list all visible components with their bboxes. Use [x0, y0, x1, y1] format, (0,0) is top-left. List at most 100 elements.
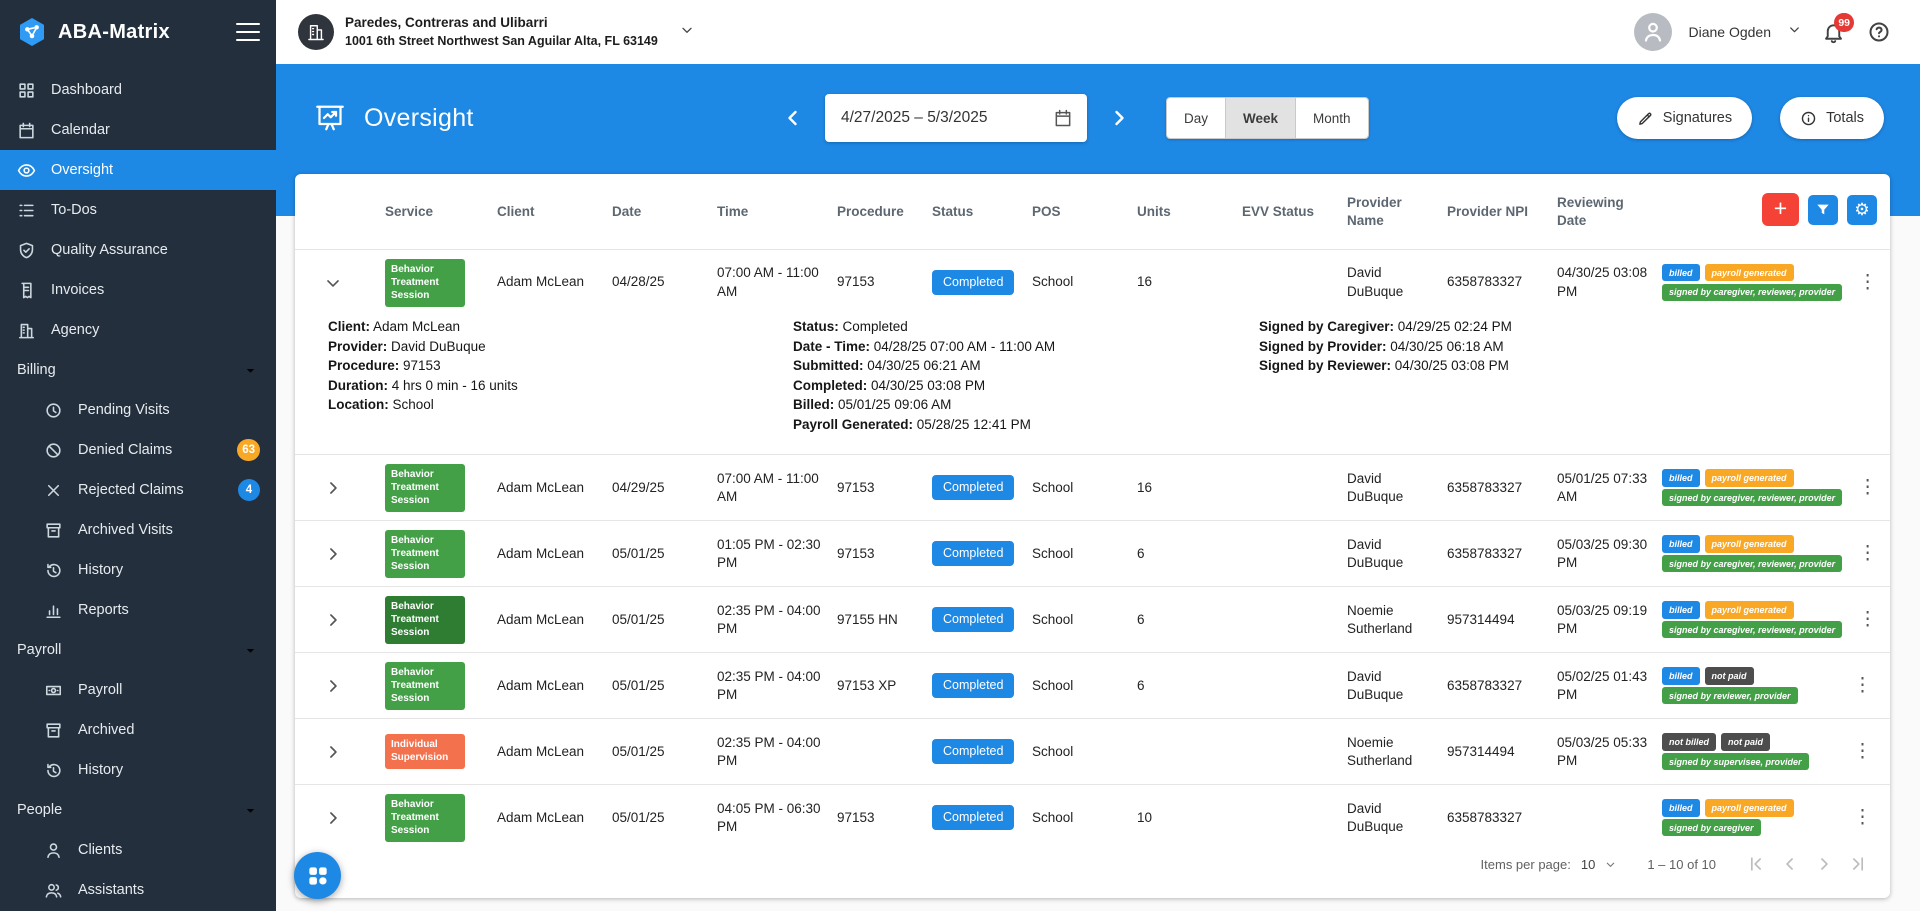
- table-row[interactable]: Behavior Treatment SessionAdam McLean05/…: [295, 586, 1890, 652]
- procedure-cell: 97153: [837, 273, 932, 291]
- menu-toggle-icon[interactable]: [236, 23, 260, 41]
- time-cell: 01:05 PM - 02:30 PM: [717, 536, 837, 572]
- sidebar-item-archived-visits[interactable]: Archived Visits: [0, 510, 276, 550]
- row-menu-button[interactable]: ⋮: [1850, 604, 1885, 635]
- status-cell: Completed: [932, 475, 1032, 500]
- table-row[interactable]: Behavior Treatment SessionAdam McLean05/…: [295, 520, 1890, 586]
- chevron-right-icon: [1107, 106, 1131, 130]
- row-menu-button[interactable]: ⋮: [1845, 670, 1880, 701]
- sidebar-item-oversight[interactable]: Oversight: [0, 150, 276, 190]
- sidebar-item-archived[interactable]: Archived: [0, 710, 276, 750]
- sidebar-item-clients[interactable]: Clients: [0, 830, 276, 870]
- detail-line: Provider: David DuBuque: [328, 337, 793, 357]
- items-per-page-select[interactable]: 10: [1581, 857, 1617, 872]
- view-tab-month[interactable]: Month: [1296, 98, 1368, 138]
- row-expand-button[interactable]: [317, 802, 349, 834]
- status-flag: billed: [1662, 799, 1700, 816]
- row-menu-button[interactable]: ⋮: [1850, 472, 1885, 503]
- table-row[interactable]: Behavior Treatment SessionAdam McLean04/…: [295, 249, 1890, 315]
- row-expand-button[interactable]: [317, 538, 349, 570]
- people-icon: [44, 881, 63, 900]
- sidebar-item-label: Archived Visits: [78, 522, 262, 538]
- notifications-button[interactable]: 99: [1818, 17, 1848, 47]
- procedure-cell: 97155 HN: [837, 611, 932, 629]
- sidebar-section-people[interactable]: People: [0, 790, 276, 830]
- sidebar-section-billing[interactable]: Billing: [0, 350, 276, 390]
- date-cell: 05/01/25: [612, 545, 717, 563]
- last-page-button[interactable]: [1848, 854, 1868, 874]
- date-range-picker[interactable]: 4/27/2025 – 5/3/2025: [825, 94, 1087, 142]
- table-row[interactable]: Behavior Treatment SessionAdam McLean04/…: [295, 454, 1890, 520]
- sidebar-item-history[interactable]: History: [0, 550, 276, 590]
- next-week-button[interactable]: [1107, 106, 1131, 130]
- sidebar-item-denied-claims[interactable]: Denied Claims63: [0, 430, 276, 470]
- sidebar-item-payroll[interactable]: Payroll: [0, 670, 276, 710]
- status-chip: Completed: [932, 607, 1014, 632]
- chat-launcher-button[interactable]: [294, 852, 341, 899]
- content-area: Oversight 4/27/2025 – 5/3/2025 DayWeekMo…: [276, 64, 1920, 911]
- user-menu-chevron-icon[interactable]: [1787, 22, 1802, 42]
- sidebar-item-agency[interactable]: Agency: [0, 310, 276, 350]
- next-page-button[interactable]: [1814, 854, 1834, 874]
- filter-icon: [1815, 202, 1831, 218]
- sidebar-section-payroll[interactable]: Payroll: [0, 630, 276, 670]
- service-badge: Behavior Treatment Session: [385, 464, 465, 512]
- row-menu-button[interactable]: ⋮: [1845, 736, 1880, 767]
- settings-button[interactable]: ⚙: [1847, 195, 1877, 225]
- sidebar-item-rejected-claims[interactable]: Rejected Claims4: [0, 470, 276, 510]
- status-flag: signed by caregiver, reviewer, provider: [1662, 621, 1842, 638]
- service-badge: Behavior Treatment Session: [385, 259, 465, 307]
- row-expand-button[interactable]: [317, 604, 349, 636]
- sidebar-item-quality-assurance[interactable]: Quality Assurance: [0, 230, 276, 270]
- row-expand-button[interactable]: [317, 472, 349, 504]
- first-page-icon: [1746, 854, 1766, 874]
- row-expand-button[interactable]: [317, 267, 349, 299]
- units-cell: 10: [1137, 809, 1242, 827]
- prev-week-button[interactable]: [781, 106, 805, 130]
- status-flag: payroll generated: [1705, 799, 1794, 816]
- help-icon: [1867, 20, 1891, 44]
- row-expand-button[interactable]: [317, 670, 349, 702]
- sidebar-item-assistants[interactable]: Assistants: [0, 870, 276, 910]
- sidebar-item-to-dos[interactable]: To-Dos: [0, 190, 276, 230]
- status-chip: Completed: [932, 805, 1014, 830]
- provider-npi-cell: 6358783327: [1447, 479, 1557, 497]
- first-page-button[interactable]: [1746, 854, 1766, 874]
- count-badge: 4: [238, 479, 260, 501]
- sidebar-item-calendar[interactable]: Calendar: [0, 110, 276, 150]
- table-row[interactable]: Behavior Treatment SessionAdam McLean05/…: [295, 652, 1890, 718]
- detail-line: Status: Completed: [793, 317, 1259, 337]
- detail-line: Date - Time: 04/28/25 07:00 AM - 11:00 A…: [793, 337, 1259, 357]
- status-flag: billed: [1662, 469, 1700, 486]
- totals-button[interactable]: Totals: [1780, 97, 1884, 139]
- add-session-button[interactable]: +: [1762, 193, 1799, 226]
- view-tab-day[interactable]: Day: [1167, 98, 1226, 138]
- sidebar-item-invoices[interactable]: Invoices: [0, 270, 276, 310]
- pen-icon: [1637, 110, 1654, 127]
- flags-cell: billednot paidsigned by reviewer, provid…: [1662, 665, 1845, 707]
- row-menu-button[interactable]: ⋮: [1850, 538, 1885, 569]
- pos-cell: School: [1032, 479, 1137, 497]
- help-button[interactable]: [1864, 17, 1894, 47]
- user-avatar[interactable]: [1634, 13, 1672, 51]
- table-row[interactable]: Behavior Treatment SessionAdam McLean05/…: [295, 784, 1890, 842]
- prev-page-button[interactable]: [1780, 854, 1800, 874]
- filter-button[interactable]: [1808, 195, 1838, 225]
- row-expand-button[interactable]: [317, 736, 349, 768]
- sidebar-item-reports[interactable]: Reports: [0, 590, 276, 630]
- column-header-evv-status: EVV Status: [1242, 203, 1347, 221]
- row-menu-button[interactable]: ⋮: [1845, 802, 1880, 833]
- reviewing-date-cell: 05/03/25 09:30 PM: [1557, 536, 1662, 572]
- sidebar-item-history[interactable]: History: [0, 750, 276, 790]
- detail-line: Signed by Reviewer: 04/30/25 03:08 PM: [1259, 356, 1890, 376]
- view-tab-week[interactable]: Week: [1226, 98, 1296, 138]
- org-selector[interactable]: Paredes, Contreras and Ulibarri 1001 6th…: [298, 14, 695, 50]
- status-flag: signed by caregiver, reviewer, provider: [1662, 284, 1842, 301]
- status-chip: Completed: [932, 673, 1014, 698]
- signatures-button[interactable]: Signatures: [1617, 97, 1752, 139]
- table-row[interactable]: Individual SupervisionAdam McLean05/01/2…: [295, 718, 1890, 784]
- detail-line: Submitted: 04/30/25 06:21 AM: [793, 356, 1259, 376]
- sidebar-item-pending-visits[interactable]: Pending Visits: [0, 390, 276, 430]
- sidebar-item-dashboard[interactable]: Dashboard: [0, 70, 276, 110]
- row-menu-button[interactable]: ⋮: [1850, 267, 1885, 298]
